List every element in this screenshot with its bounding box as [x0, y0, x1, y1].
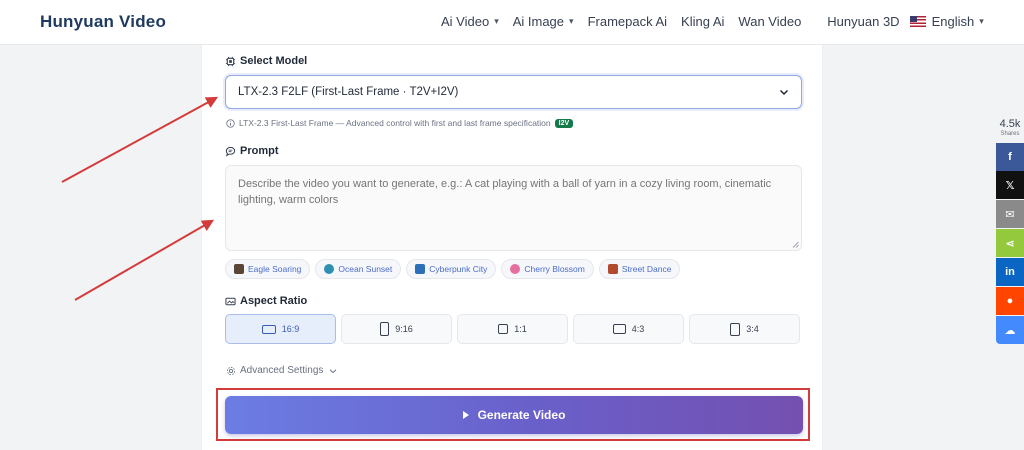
model-hint-text: LTX-2.3 First-Last Frame — Advanced cont… — [239, 118, 551, 128]
email-icon: ✉ — [1005, 208, 1015, 221]
main-nav: Ai Video ▾ Ai Image ▾ Framepack Ai Kling… — [441, 14, 998, 29]
messenger-icon: ☁ — [1004, 324, 1016, 337]
ratio-1-1[interactable]: 1:1 — [457, 314, 568, 344]
language-selector[interactable]: English ▾ — [909, 14, 984, 29]
linkedin-share-button[interactable]: in — [996, 258, 1024, 286]
aspect-ratio-options: 16:9 9:16 1:1 4:3 3:4 — [225, 314, 800, 344]
share-count-number: 4.5k — [999, 118, 1021, 130]
nav-label: Wan Video — [738, 14, 802, 29]
play-icon — [462, 411, 469, 419]
ratio-label: 9:16 — [395, 324, 413, 334]
x-share-button[interactable]: 𝕏 — [996, 171, 1024, 199]
nav-label: Hunyuan 3D — [827, 14, 900, 29]
site-logo[interactable]: Hunyuan Video — [40, 12, 166, 32]
chip-label: Ocean Sunset — [338, 264, 393, 274]
speech-bubble-icon — [225, 146, 236, 157]
image-frame-icon — [225, 297, 236, 305]
nav-ai-image[interactable]: Ai Image ▾ — [513, 14, 574, 29]
ratio-3-4[interactable]: 3:4 — [689, 314, 800, 344]
nav-wan-video[interactable]: Wan Video — [738, 14, 801, 29]
aspect-ratio-label: Aspect Ratio — [225, 295, 307, 307]
model-label-text: Select Model — [240, 55, 308, 67]
share-count: 4.5k Shares — [996, 118, 1024, 137]
facebook-share-button[interactable]: f — [996, 143, 1024, 171]
advanced-settings-toggle[interactable]: Advanced Settings — [226, 365, 337, 376]
prompt-examples: Eagle Soaring Ocean Sunset Cyberpunk Cit… — [225, 259, 685, 279]
city-icon — [415, 264, 426, 274]
model-label: Select Model — [225, 55, 307, 67]
advanced-settings-label: Advanced Settings — [240, 365, 324, 376]
chip-icon — [225, 56, 236, 66]
chip-ocean-sunset[interactable]: Ocean Sunset — [315, 259, 402, 279]
blossom-icon — [510, 264, 521, 274]
model-select[interactable]: LTX-2.3 F2LF (First-Last Frame · T2V+I2V… — [225, 75, 802, 109]
us-flag-icon — [909, 16, 926, 27]
nav-kling-ai[interactable]: Kling Ai — [681, 14, 724, 29]
ratio-label: 4:3 — [631, 324, 645, 334]
language-label: English — [931, 14, 975, 29]
share-icon: ⋖ — [1005, 237, 1015, 250]
linkedin-icon: in — [1005, 266, 1015, 278]
arrow-to-model-select — [61, 96, 219, 183]
prompt-input[interactable] — [225, 165, 802, 251]
ratio-4-3[interactable]: 4:3 — [573, 314, 684, 344]
ratio-label: 3:4 — [746, 324, 759, 334]
dancer-icon — [607, 264, 618, 274]
messenger-share-button[interactable]: ☁ — [996, 316, 1024, 344]
landscape-rect-icon — [612, 324, 626, 334]
i2v-badge: I2V — [554, 118, 574, 128]
portrait-rect-icon — [730, 322, 741, 336]
nav-framepack-ai[interactable]: Framepack Ai — [588, 14, 667, 29]
chip-label: Street Dance — [621, 264, 672, 274]
chevron-down-icon: ▾ — [979, 16, 984, 26]
reddit-share-button[interactable]: ● — [996, 287, 1024, 315]
chevron-down-icon: ▾ — [494, 16, 499, 26]
reddit-icon: ● — [1006, 295, 1014, 307]
prompt-label-text: Prompt — [240, 145, 279, 157]
model-selected-value: LTX-2.3 F2LF (First-Last Frame · T2V+I2V… — [238, 86, 459, 98]
ratio-9-16[interactable]: 9:16 — [341, 314, 452, 344]
email-share-button[interactable]: ✉ — [996, 200, 1024, 228]
generate-label: Generate Video — [477, 408, 566, 422]
facebook-icon: f — [1008, 151, 1012, 163]
sharethis-button[interactable]: ⋖ — [996, 229, 1024, 257]
ratio-label: 1:1 — [514, 324, 527, 334]
resize-handle-icon[interactable] — [792, 241, 799, 248]
generator-panel: Select Model LTX-2.3 F2LF (First-Last Fr… — [201, 45, 823, 450]
square-icon — [498, 324, 509, 334]
info-icon — [226, 118, 235, 128]
nav-label: Ai Video — [441, 14, 490, 29]
landscape-rect-icon — [261, 324, 276, 334]
aspect-ratio-label-text: Aspect Ratio — [240, 295, 308, 307]
model-hint: LTX-2.3 First-Last Frame — Advanced cont… — [226, 118, 574, 128]
chip-label: Eagle Soaring — [248, 264, 302, 274]
top-header: Hunyuan Video Ai Video ▾ Ai Image ▾ Fram… — [0, 0, 1024, 45]
prompt-label: Prompt — [225, 145, 279, 157]
chevron-down-icon — [779, 89, 789, 96]
arrow-to-prompt-input — [74, 219, 215, 301]
chip-cyberpunk-city[interactable]: Cyberpunk City — [406, 259, 497, 279]
ratio-label: 16:9 — [281, 324, 300, 334]
eagle-icon — [234, 264, 244, 274]
chip-label: Cherry Blossom — [524, 264, 585, 274]
chip-street-dance[interactable]: Street Dance — [598, 259, 681, 279]
chevron-down-icon — [330, 368, 337, 373]
nav-label: Ai Image — [512, 14, 565, 29]
chip-eagle-soaring[interactable]: Eagle Soaring — [225, 259, 311, 279]
portrait-rect-icon — [380, 322, 390, 336]
ratio-16-9[interactable]: 16:9 — [225, 314, 336, 344]
share-count-label: Shares — [1000, 131, 1020, 137]
nav-label: Kling Ai — [681, 14, 725, 29]
chip-label: Cyberpunk City — [429, 264, 488, 274]
x-icon: 𝕏 — [1005, 179, 1015, 192]
nav-ai-video[interactable]: Ai Video ▾ — [441, 14, 499, 29]
nav-hunyuan-3d[interactable]: Hunyuan 3D — [827, 14, 899, 29]
nav-label: Framepack Ai — [587, 14, 668, 29]
gear-icon — [226, 366, 236, 375]
chevron-down-icon: ▾ — [569, 16, 574, 26]
wave-icon — [324, 264, 335, 274]
generate-video-button[interactable]: Generate Video — [225, 396, 803, 434]
chip-cherry-blossom[interactable]: Cherry Blossom — [501, 259, 594, 279]
